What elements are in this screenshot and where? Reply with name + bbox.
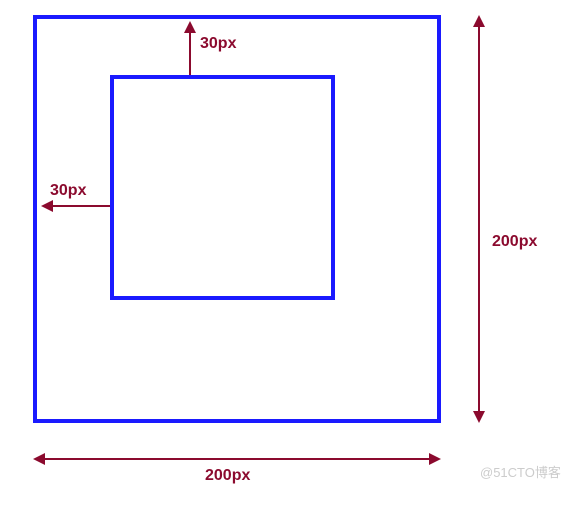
width-arrow-head-right — [429, 453, 441, 465]
top-margin-label: 30px — [200, 35, 236, 53]
width-arrow-head-left — [33, 453, 45, 465]
top-margin-arrow-stem — [189, 29, 191, 75]
diagram-canvas: 30px 30px 200px 200px @51CTO博客 — [0, 0, 571, 507]
height-arrow-head-down — [473, 411, 485, 423]
width-label: 200px — [205, 467, 250, 485]
watermark: @51CTO博客 — [480, 462, 561, 481]
top-margin-arrow-head — [184, 21, 196, 33]
left-margin-arrow-stem — [49, 205, 110, 207]
height-arrow-head-up — [473, 15, 485, 27]
inner-box — [110, 75, 335, 300]
height-arrow-stem — [478, 27, 480, 411]
width-arrow-stem — [45, 458, 429, 460]
left-margin-label: 30px — [50, 182, 86, 200]
height-label: 200px — [492, 233, 537, 251]
left-margin-arrow-head — [41, 200, 53, 212]
